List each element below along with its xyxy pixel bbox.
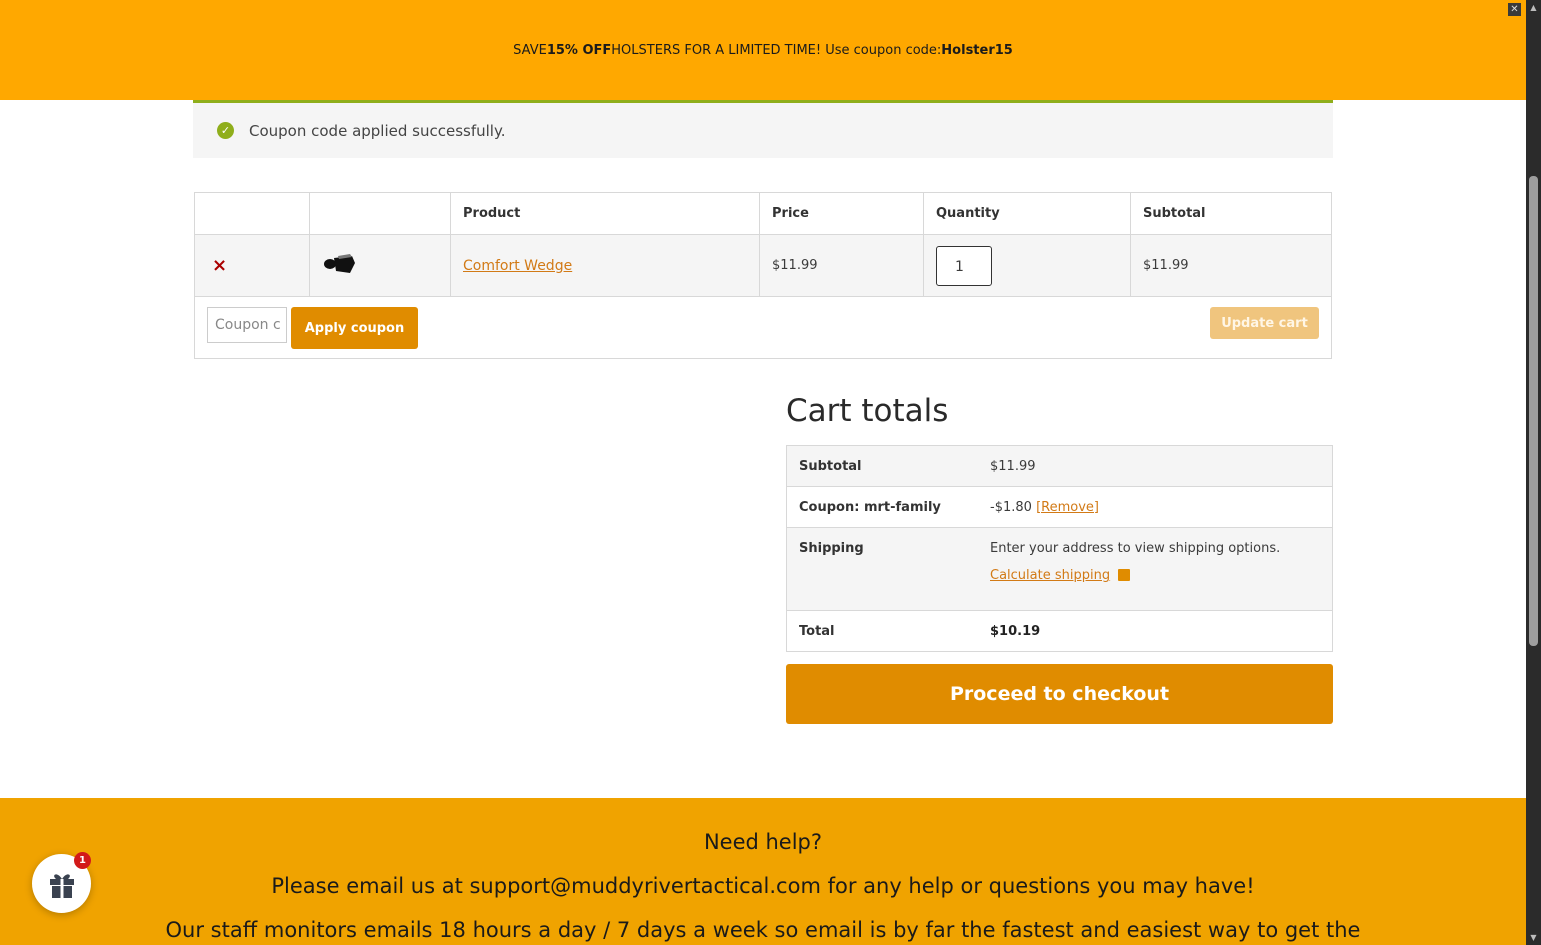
cart-actions-cell: Coupon c Apply coupon Update cart [194, 296, 1332, 359]
totals-shipping-row: Shipping Enter your address to view ship… [786, 527, 1333, 611]
shipping-label: Shipping [786, 527, 978, 611]
help-email-line: Please email us at support@muddyrivertac… [271, 874, 1255, 898]
coupon-label: Coupon: mrt-family [786, 486, 978, 528]
calculate-shipping-link[interactable]: Calculate shipping [990, 568, 1110, 583]
coupon-notice: ✓ Coupon code applied successfully. [193, 100, 1333, 158]
totals-coupon-row: Coupon: mrt-family -$1.80 [Remove] [786, 486, 1333, 528]
proceed-to-checkout-button[interactable]: Proceed to checkout [786, 664, 1333, 724]
header-remove [194, 192, 310, 235]
scroll-up-icon[interactable]: ▲ [1526, 0, 1541, 15]
check-circle-icon: ✓ [217, 122, 234, 139]
help-title: Need help? [703, 830, 823, 854]
subtotal-value: $11.99 [978, 445, 1333, 487]
gift-icon [49, 873, 74, 898]
page-scrollbar[interactable]: ▲ ▼ [1526, 0, 1541, 945]
promo-code: Holster15 [941, 42, 1013, 58]
total-value: $10.19 [978, 610, 1333, 652]
cart-totals-title: Cart totals [786, 393, 949, 429]
header-price: Price [759, 192, 924, 235]
remove-item-icon[interactable]: × [212, 255, 227, 276]
promo-banner: SAVE 15% OFF HOLSTERS FOR A LIMITED TIME… [0, 0, 1526, 100]
subtotal-cell: $11.99 [1130, 234, 1332, 297]
thumbnail-cell [309, 234, 451, 297]
update-cart-button[interactable]: Update cart [1210, 307, 1319, 339]
remove-coupon-link[interactable]: [Remove] [1036, 500, 1099, 515]
quantity-cell: 1 [923, 234, 1131, 297]
shipping-text: Enter your address to view shipping opti… [990, 541, 1281, 556]
subtotal-label: Subtotal [786, 445, 978, 487]
cart-table: Product Price Quantity Subtotal × Comfor… [194, 192, 1332, 359]
header-product: Product [450, 192, 760, 235]
price-cell: $11.99 [759, 234, 924, 297]
help-section: Need help? Please email us at support@mu… [0, 798, 1526, 945]
notification-badge: 1 [74, 852, 91, 869]
product-thumbnail[interactable] [322, 250, 356, 277]
promo-highlight: 15% OFF [546, 42, 612, 58]
remove-cell: × [194, 234, 310, 297]
promo-prefix: SAVE [513, 42, 547, 58]
cart-actions-row: Coupon c Apply coupon Update cart [194, 296, 1332, 359]
coupon-discount: -$1.80 [990, 499, 1032, 515]
product-name-cell: Comfort Wedge [450, 234, 760, 297]
quantity-input[interactable]: 1 [936, 245, 992, 286]
totals-subtotal-row: Subtotal $11.99 [786, 445, 1333, 487]
header-subtotal: Subtotal [1130, 192, 1332, 235]
close-icon[interactable]: ✕ [1508, 3, 1521, 16]
cart-item-row: × Comfort Wedge $11.99 1 $11.99 [194, 234, 1332, 297]
notice-message: Coupon code applied successfully. [249, 121, 506, 140]
cart-totals-table: Subtotal $11.99 Coupon: mrt-family -$1.8… [786, 445, 1333, 652]
scroll-down-icon[interactable]: ▼ [1526, 930, 1541, 945]
apply-coupon-button[interactable]: Apply coupon [291, 307, 418, 349]
header-thumbnail [309, 192, 451, 235]
totals-total-row: Total $10.19 [786, 610, 1333, 652]
shipping-cell: Enter your address to view shipping opti… [978, 527, 1333, 611]
scroll-thumb[interactable] [1529, 176, 1538, 646]
product-link[interactable]: Comfort Wedge [463, 258, 572, 274]
coupon-code-input[interactable]: Coupon c [207, 307, 287, 343]
header-quantity: Quantity [923, 192, 1131, 235]
promo-middle: HOLSTERS FOR A LIMITED TIME! Use coupon … [611, 42, 942, 58]
help-staff-line: Our staff monitors emails 18 hours a day… [165, 918, 1361, 942]
total-label: Total [786, 610, 978, 652]
truck-icon[interactable] [1118, 569, 1131, 581]
coupon-value-cell: -$1.80 [Remove] [978, 486, 1333, 528]
